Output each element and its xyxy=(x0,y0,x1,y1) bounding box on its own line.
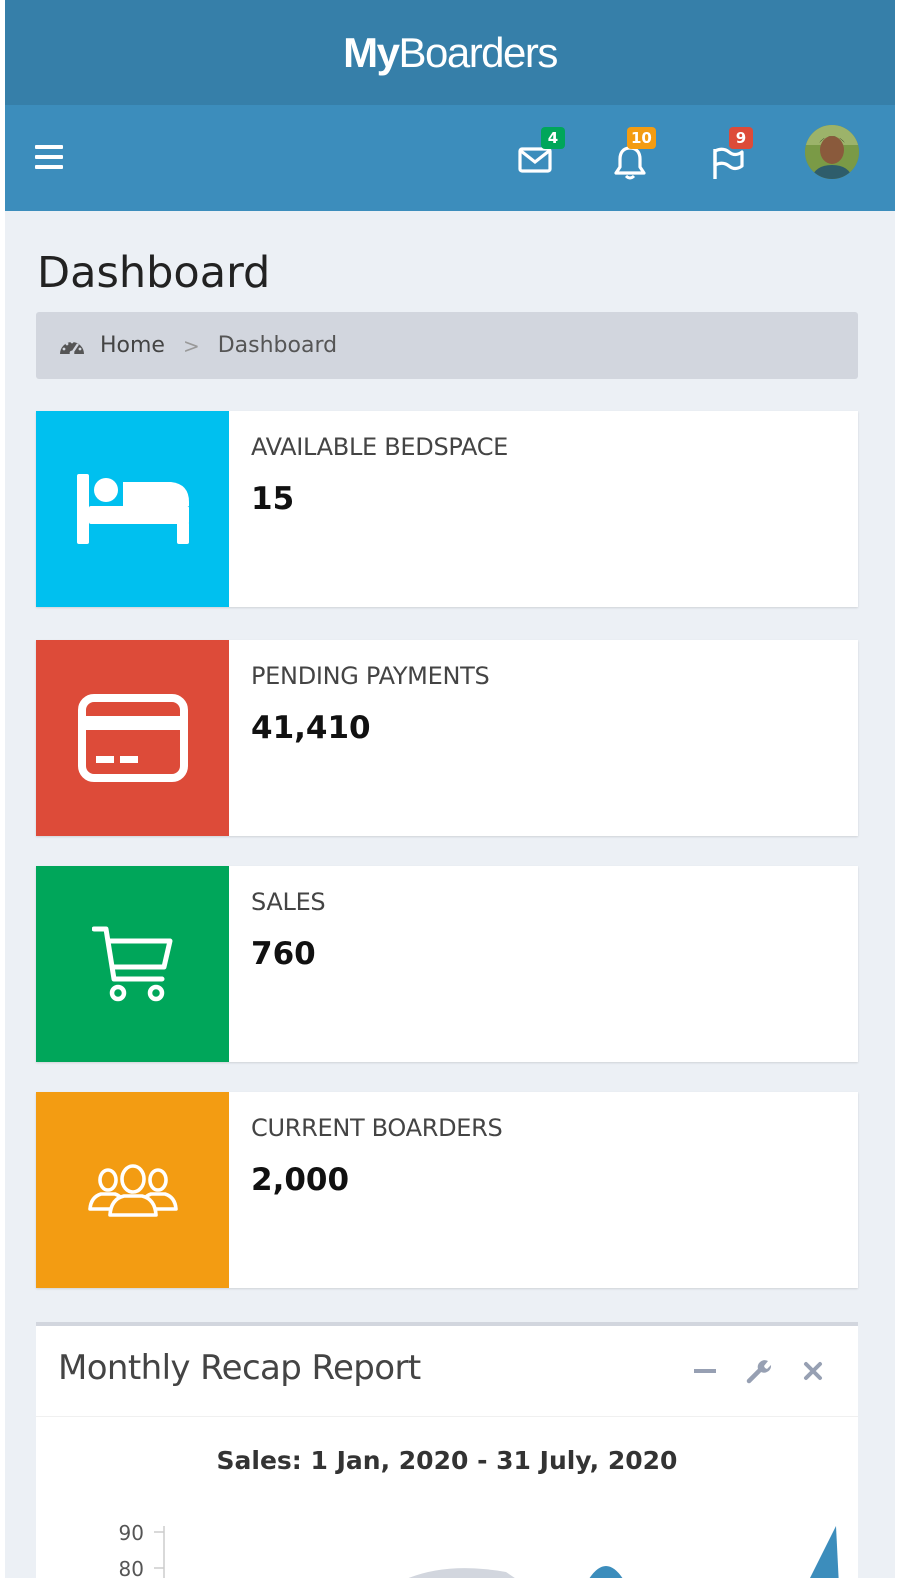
messages-button[interactable]: 4 xyxy=(509,127,565,183)
monthly-recap-report-box: Monthly Recap Report Sales: 1 Jan, 2020 … xyxy=(36,1322,858,1578)
info-box-value: 15 xyxy=(251,481,295,517)
report-title: Monthly Recap Report xyxy=(58,1348,421,1388)
sidebar-toggle-button[interactable] xyxy=(35,145,65,171)
top-navbar: 4 10 9 xyxy=(5,105,895,211)
tasks-button[interactable]: 9 xyxy=(701,127,753,183)
info-box-value: 41,410 xyxy=(251,710,371,746)
series-area-blue xyxy=(589,1566,623,1578)
info-box-label: PENDING PAYMENTS xyxy=(251,662,490,690)
notifications-button[interactable]: 10 xyxy=(605,127,656,183)
info-box-label: CURRENT BOARDERS xyxy=(251,1114,503,1142)
close-button[interactable] xyxy=(796,1354,830,1388)
y-tick-label: 90 xyxy=(119,1521,144,1545)
close-icon xyxy=(804,1362,822,1380)
hamburger-icon xyxy=(35,145,63,149)
info-box-icon-bg xyxy=(36,640,229,836)
minus-icon xyxy=(694,1369,716,1373)
breadcrumb-separator: > xyxy=(182,333,200,358)
breadcrumb-current: Dashboard xyxy=(217,333,338,358)
bed-icon xyxy=(76,474,189,544)
report-header: Monthly Recap Report xyxy=(36,1326,858,1417)
info-box-label: AVAILABLE BEDSPACE xyxy=(251,433,509,461)
users-icon xyxy=(87,1164,178,1217)
info-box-pending-payments[interactable]: PENDING PAYMENTS 41,410 xyxy=(36,640,858,836)
series-area-gray xyxy=(408,1568,515,1578)
user-avatar[interactable] xyxy=(805,125,859,179)
envelope-icon xyxy=(518,147,552,173)
info-box-icon-bg xyxy=(36,1092,229,1288)
info-box-value: 760 xyxy=(251,936,316,972)
messages-badge: 4 xyxy=(541,127,565,149)
settings-button[interactable] xyxy=(742,1354,776,1388)
info-box-icon-bg xyxy=(36,866,229,1062)
app-logo[interactable]: MyBoarders xyxy=(343,29,558,77)
flag-icon xyxy=(713,147,744,179)
shopping-cart-icon xyxy=(91,926,172,1002)
breadcrumb-home-link[interactable]: Home xyxy=(100,333,165,358)
series-area-blue-right xyxy=(809,1526,839,1578)
dashboard-gauge-icon xyxy=(58,335,86,357)
info-box-sales[interactable]: SALES 760 xyxy=(36,866,858,1062)
info-box-current-boarders[interactable]: CURRENT BOARDERS 2,000 xyxy=(36,1092,858,1288)
page-title: Dashboard xyxy=(37,248,271,298)
sales-area-chart: 90 80 xyxy=(119,1521,839,1578)
info-box-icon-bg xyxy=(36,411,229,607)
breadcrumb: Home > Dashboard xyxy=(36,312,858,379)
info-box-value: 2,000 xyxy=(251,1162,350,1198)
collapse-button[interactable] xyxy=(688,1354,722,1388)
bell-icon xyxy=(614,146,646,180)
y-tick-label: 80 xyxy=(119,1557,144,1578)
logo-bar: MyBoarders xyxy=(5,0,895,105)
wrench-icon xyxy=(746,1360,772,1384)
chart-title: Sales: 1 Jan, 2020 - 31 July, 2020 xyxy=(216,1446,678,1475)
info-box-label: SALES xyxy=(251,888,326,916)
app-frame: MyBoarders 4 10 9 Dashboard Home > Dashb… xyxy=(5,0,895,1578)
tasks-badge: 9 xyxy=(729,127,753,149)
credit-card-icon xyxy=(77,694,188,782)
notifications-badge: 10 xyxy=(627,127,656,149)
info-box-available-bedspace[interactable]: AVAILABLE BEDSPACE 15 xyxy=(36,411,858,607)
